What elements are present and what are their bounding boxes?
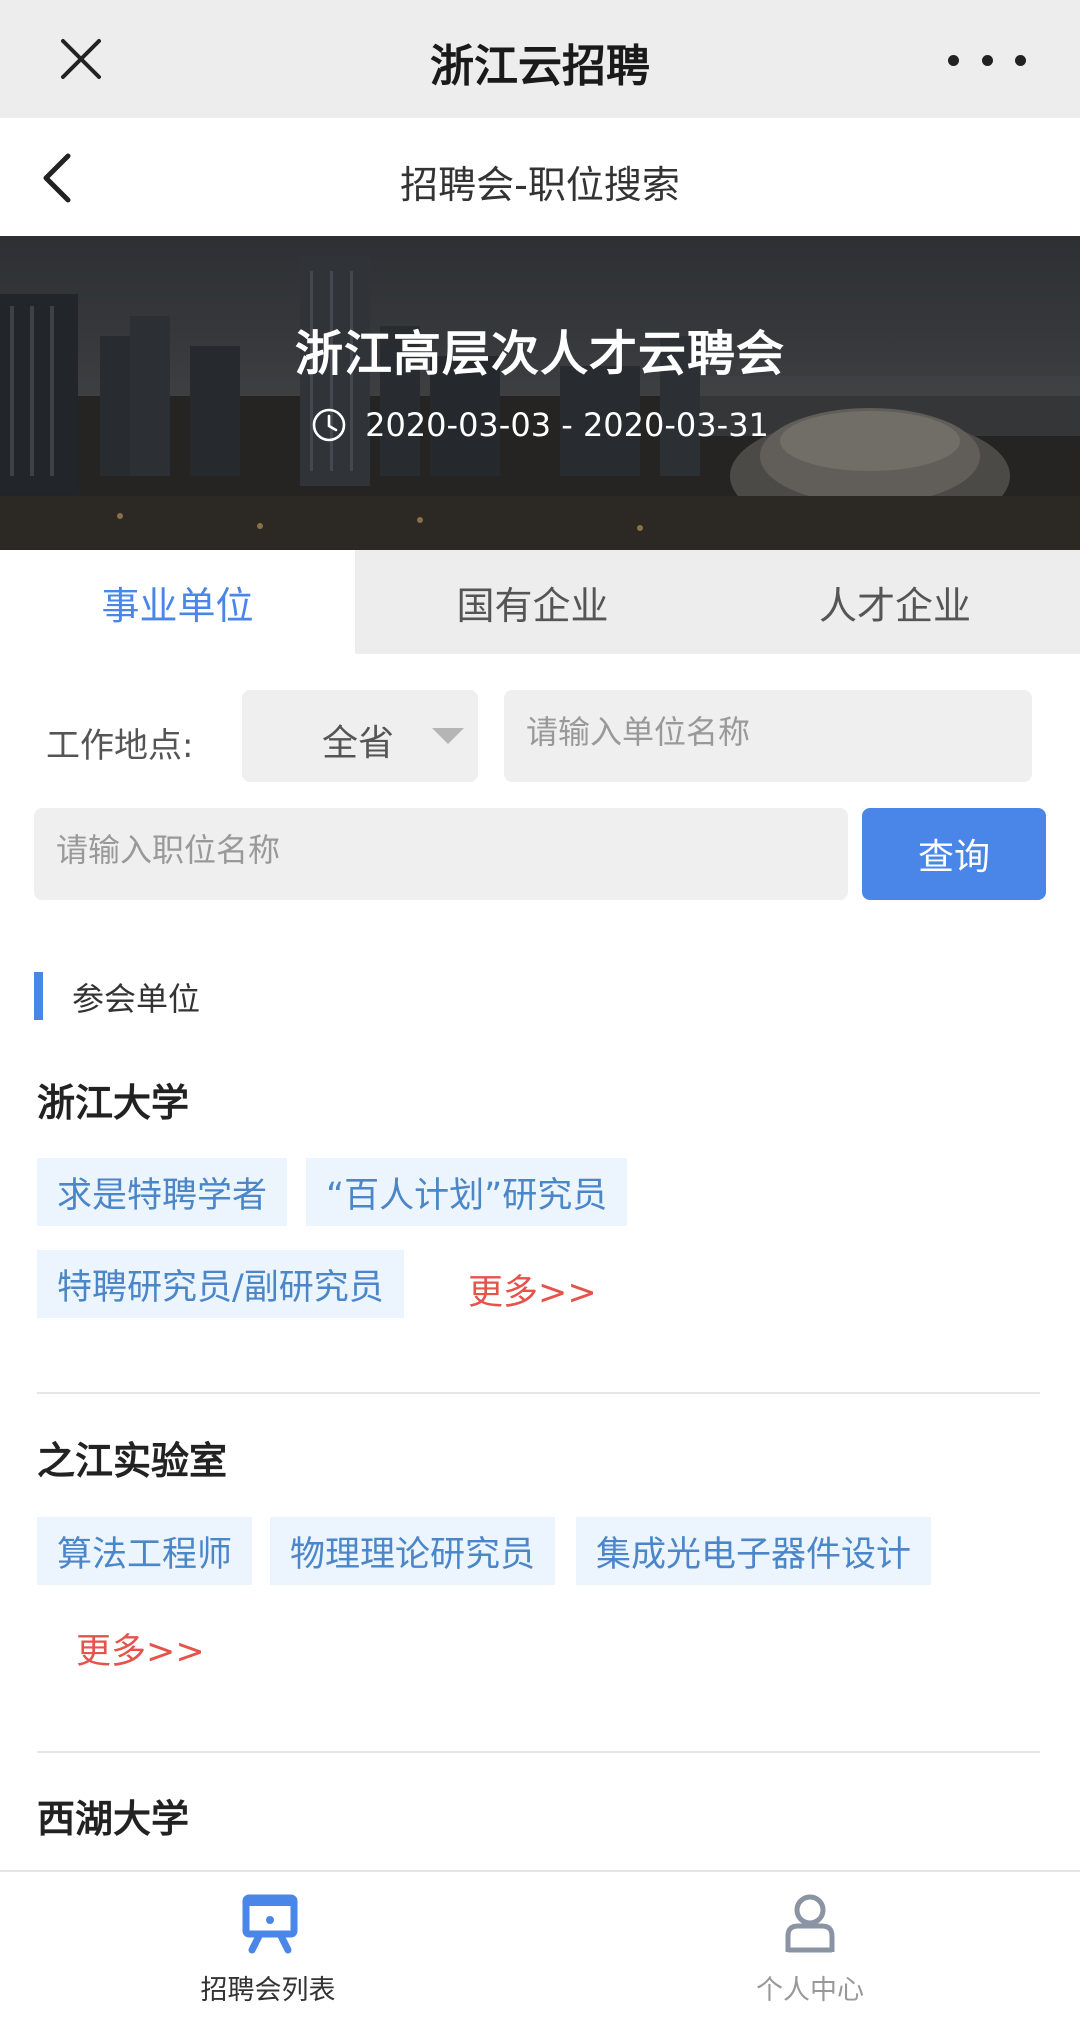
divider [37,1392,1040,1394]
location-select[interactable]: 全省 [242,690,478,782]
position-tag[interactable]: 算法工程师 [37,1517,253,1585]
event-date-text: 2020-03-03 - 2020-03-31 [365,406,769,444]
nav-item-job-fairs[interactable]: 招聘会列表 [0,1872,540,2018]
category-tabs: 事业单位 国有企业 人才企业 [0,550,1080,654]
unit-name-input[interactable] [504,690,1032,782]
position-tag[interactable]: 集成光电子器件设计 [576,1517,932,1585]
event-date: 2020-03-03 - 2020-03-31 [0,406,1080,444]
tab-public-institutions[interactable]: 事业单位 [0,550,355,654]
more-positions-link[interactable]: 更多>> [468,1264,597,1315]
nav-item-personal-center[interactable]: 个人中心 [540,1872,1080,2018]
bottom-nav: 招聘会列表 个人中心 [0,1870,1080,2018]
tab-state-owned-enterprises[interactable]: 国有企业 [355,550,710,654]
org-name[interactable]: 浙江大学 [37,1072,189,1127]
top-bar: 浙江云招聘 [0,0,1080,118]
section-accent-bar [34,972,43,1020]
org-name[interactable]: 西湖大学 [37,1788,189,1843]
page-header: 招聘会-职位搜索 [0,118,1080,236]
more-dots-icon[interactable] [942,40,1032,80]
more-positions-link[interactable]: 更多>> [76,1623,205,1674]
search-button[interactable]: 查询 [862,808,1046,900]
chevron-left-icon[interactable] [30,148,90,208]
location-label: 工作地点: [46,726,194,766]
tab-talent-enterprises[interactable]: 人才企业 [710,550,1080,654]
event-title: 浙江高层次人才云聘会 [294,326,785,382]
person-icon [785,1894,835,1953]
org-name[interactable]: 之江实验室 [37,1430,227,1485]
nav-label: 个人中心 [756,1975,864,2006]
nav-label: 招聘会列表 [200,1975,336,2006]
close-icon[interactable] [56,34,106,84]
job-fair-icon [242,1894,298,1954]
position-tag[interactable]: 物理理论研究员 [270,1517,556,1585]
section-title: 参会单位 [72,980,201,1018]
page-title: 招聘会-职位搜索 [400,163,680,207]
caret-down-icon [432,728,464,744]
position-tag[interactable]: 特聘研究员/副研究员 [37,1250,404,1318]
position-tag[interactable]: “百人计划”研究员 [306,1158,628,1226]
clock-icon [312,408,346,442]
divider [37,1751,1040,1753]
app-title: 浙江云招聘 [430,41,650,92]
position-tag[interactable]: 求是特聘学者 [37,1158,288,1226]
location-value: 全省 [322,723,395,764]
job-name-input[interactable] [34,808,848,900]
event-banner: 浙江高层次人才云聘会 2020-03-03 - 2020-03-31 [0,236,1080,550]
